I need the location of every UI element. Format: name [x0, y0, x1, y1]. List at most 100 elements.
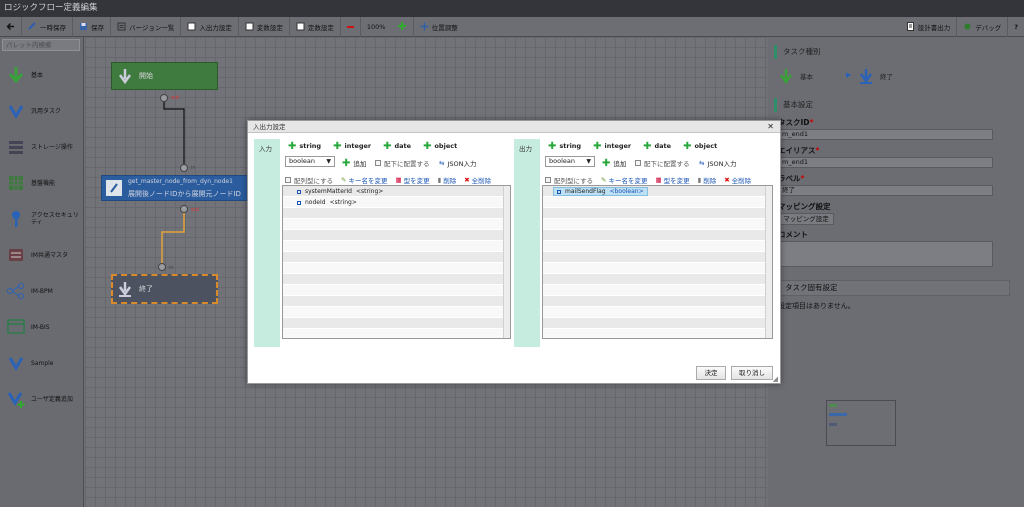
input-delete-all-button[interactable]: ✖ 全削除 — [464, 175, 491, 185]
constant-settings-button[interactable]: 定数設定 — [290, 16, 341, 37]
output-add-object-button[interactable]: ✚ object — [683, 141, 717, 151]
output-add-date-button[interactable]: ✚ date — [643, 141, 671, 151]
grid-icon — [6, 173, 26, 193]
place-under-label: 配下に配置する — [384, 160, 430, 168]
output-tree[interactable]: mailSendFlag <boolean> — [542, 185, 773, 339]
output-type-select[interactable]: boolean ▼ — [545, 156, 595, 167]
output-delete-all-button[interactable]: ✖ 全削除 — [724, 175, 751, 185]
input-node-systemmatterid[interactable]: systemMatterId <string> — [297, 188, 383, 195]
input-place-under-checkbox[interactable]: 配下に配置する — [375, 158, 430, 168]
end-arrow-icon — [858, 68, 874, 84]
zoom-in-button[interactable]: ✚ — [391, 16, 414, 37]
key-icon — [6, 209, 26, 229]
output-place-under-checkbox[interactable]: 配下に配置する — [635, 158, 690, 168]
palette-item-label: 基盤機能 — [31, 179, 56, 187]
output-type-select-value: boolean — [549, 157, 575, 165]
output-scrollbar[interactable] — [765, 186, 772, 338]
output-array-checkbox[interactable]: 配列型にする — [545, 175, 593, 185]
tree-row — [283, 252, 510, 263]
io-settings-button[interactable]: 入出力設定 — [181, 16, 239, 37]
help-button[interactable]: ? — [1008, 17, 1024, 37]
input-delete-button[interactable]: ▮ 削除 — [438, 175, 457, 185]
design-output-button[interactable]: 設計書出力 — [900, 16, 958, 37]
alias-field[interactable]: m_end1 — [778, 157, 993, 168]
output-rename-button[interactable]: ✎ キー名を変更 — [601, 175, 647, 185]
output-change-type-button[interactable]: ▦ 型を変更 — [655, 175, 689, 185]
plus-icon: ✚ — [602, 157, 611, 169]
delete-all-label: 全削除 — [731, 177, 752, 185]
arrow-down-blue-icon — [6, 101, 26, 121]
input-add-button[interactable]: ✚ 追加 — [342, 158, 366, 168]
input-tree[interactable]: systemMatterId <string> nodeId <string> — [282, 185, 511, 339]
task-id-field[interactable]: m_end1 — [778, 129, 993, 140]
temp-save-button[interactable]: 一時保存 — [22, 16, 73, 37]
resize-handle-icon[interactable]: ◢ — [773, 375, 778, 383]
type-label: integer — [604, 142, 632, 150]
input-add-object-button[interactable]: ✚ object — [423, 140, 457, 152]
input-rename-button[interactable]: ✎ キー名を変更 — [341, 175, 387, 185]
output-json-button[interactable]: ⇆ JSON入力 — [699, 158, 736, 168]
palette-item-platform[interactable]: 基盤機能 — [0, 165, 83, 201]
task-node[interactable]: get_master_node_from_dyn_node1 展開後ノードIDか… — [101, 175, 261, 201]
save-button[interactable]: 保存 — [73, 16, 111, 37]
input-scrollbar[interactable] — [503, 186, 510, 338]
plus-icon: ✚ — [423, 140, 432, 152]
end-node[interactable]: 終了 — [111, 274, 218, 304]
zoom-out-button[interactable] — [341, 16, 361, 37]
input-json-button[interactable]: ⇆ JSON入力 — [439, 158, 476, 168]
task-type-basic[interactable]: 基本 — [778, 65, 848, 87]
label-field[interactable]: 終了 — [778, 185, 993, 196]
align-button[interactable]: 位置調整 — [414, 17, 464, 37]
start-node[interactable]: 開始 — [111, 62, 218, 90]
zoom-level: 100% — [361, 17, 392, 37]
align-icon — [420, 22, 429, 31]
output-delete-button[interactable]: ▮ 削除 — [698, 175, 717, 185]
input-change-type-button[interactable]: ▦ 型を変更 — [395, 175, 429, 185]
ok-button[interactable]: 決定 — [696, 366, 726, 380]
close-icon[interactable]: ✕ — [767, 121, 774, 133]
variable-settings-button[interactable]: 変数設定 — [239, 16, 290, 37]
alias-label-text: エイリアス — [778, 146, 816, 155]
palette-search-input[interactable]: パレット内検索 — [2, 39, 80, 51]
version-list-button[interactable]: バージョン一覧 — [111, 16, 182, 37]
comment-textarea[interactable] — [778, 241, 993, 267]
minimap[interactable] — [826, 400, 896, 446]
output-add-integer-button[interactable]: ✚ integer — [593, 141, 632, 151]
node-type: <boolean> — [609, 188, 644, 195]
output-add-string-button[interactable]: ✚ string — [548, 141, 581, 151]
json-icon: ⇆ — [699, 159, 705, 167]
mapping-settings-button[interactable]: マッピング設定 — [778, 213, 834, 225]
palette-item-im-bis[interactable]: IM-BIS — [0, 309, 83, 345]
minus-icon — [346, 25, 354, 28]
basic-settings-header: 基本設定 — [774, 98, 813, 112]
input-add-integer-button[interactable]: ✚ integer — [333, 141, 371, 151]
variable-settings-label: 変数設定 — [256, 23, 283, 32]
output-add-button[interactable]: ✚ 追加 — [602, 158, 626, 168]
palette-item-user-defined-add[interactable]: ユーザ定義追加 — [0, 381, 83, 417]
palette-item-label: IM-BIS — [31, 323, 50, 331]
node-icon — [297, 189, 301, 194]
palette-item-basic[interactable]: 基本 — [0, 57, 83, 93]
tree-row — [543, 285, 772, 296]
palette-item-sample[interactable]: Sample — [0, 345, 83, 381]
palette-item-im-bpm[interactable]: IM-BPM — [0, 273, 83, 309]
task-type-end[interactable]: 終了 — [858, 65, 928, 87]
dialog-title: 入出力設定 — [253, 123, 286, 131]
input-node-nodeid[interactable]: nodeId <string> — [297, 199, 357, 206]
input-array-checkbox[interactable]: 配列型にする — [285, 175, 333, 185]
input-type-select[interactable]: boolean ▼ — [285, 156, 335, 167]
palette-item-general-task[interactable]: 汎用タスク — [0, 93, 83, 129]
tree-row — [283, 230, 510, 241]
dialog-titlebar[interactable]: 入出力設定 ✕ — [248, 121, 780, 133]
palette-item-im-common-master[interactable]: IM共通マスタ — [0, 237, 83, 273]
input-add-string-button[interactable]: ✚ string — [288, 141, 321, 151]
input-add-date-button[interactable]: ✚ date — [383, 141, 411, 151]
output-node-mailsendflag[interactable]: mailSendFlag <boolean> — [553, 187, 648, 196]
tree-row — [283, 208, 510, 219]
back-button[interactable] — [0, 16, 22, 37]
cancel-button[interactable]: 取り消し — [731, 366, 773, 380]
chevron-down-icon: ▼ — [326, 158, 331, 165]
debug-button[interactable]: デバッグ — [957, 16, 1009, 37]
palette-item-access-security[interactable]: アクセスセキュリティ — [0, 201, 83, 237]
palette-item-storage[interactable]: ストレージ操作 — [0, 129, 83, 165]
